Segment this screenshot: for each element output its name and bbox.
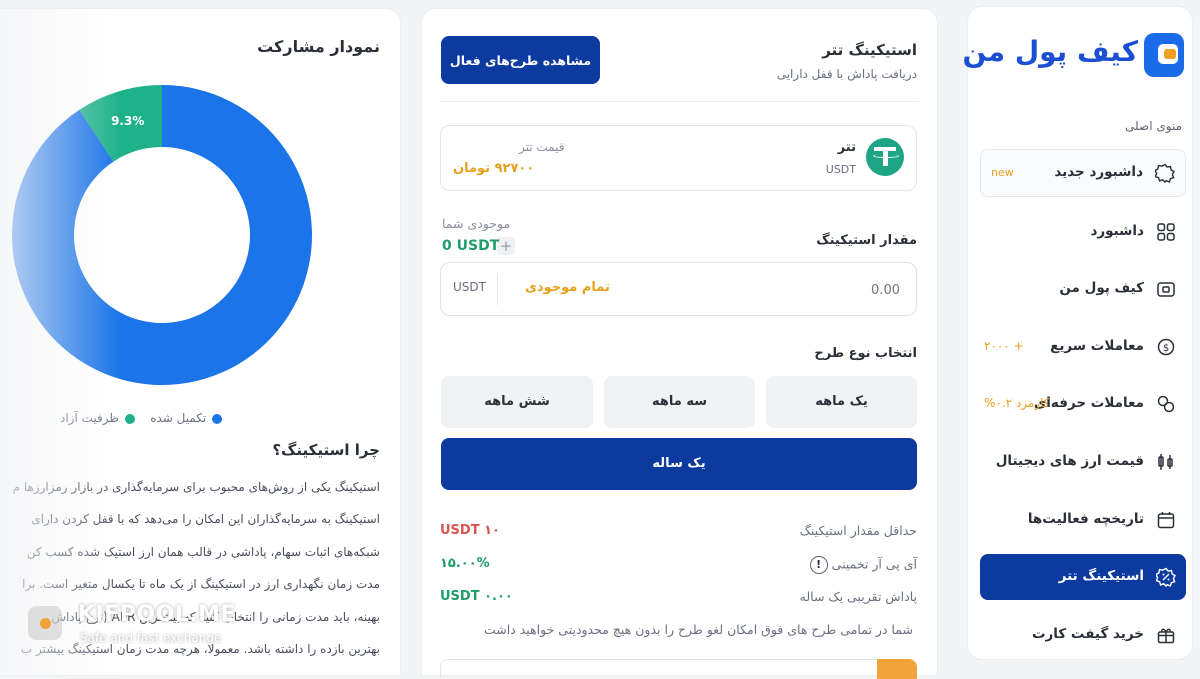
sidebar-item-history[interactable]: تاریخچه فعالیت‌ها [980,497,1186,543]
wallet-icon [1157,282,1175,297]
page-subtitle: دریافت پاداش با قفل دارایی [776,67,917,81]
tether-logo-icon [866,138,904,176]
sidebar-item-tether-staking[interactable]: استیکینگ تتر [980,554,1186,601]
logo-mark-icon [1144,33,1184,77]
price-label: قیمت تتر [519,140,565,154]
chart-panel: نمودار مشارکت 9.3%90.7% تکمیل شده ظرفیت … [0,9,400,675]
participation-donut-chart: 9.3%90.7% [11,85,312,385]
calendar-icon [1157,511,1175,528]
sidebar-item-quick-trade[interactable]: $ معاملات سریع + ۲۰۰۰ [980,324,1186,370]
yearly-reward-label: پاداش تقریبی یک ساله [799,589,917,604]
apr-row: آی پی آر تخمینی ! ۱۵.۰۰% [440,556,917,578]
chart-title: نمودار مشارکت [257,37,380,56]
plan-six-month[interactable]: شش ماهه [441,376,593,428]
text-line: استیکینگ به سرمایه‌گذاران این امکان را م… [31,512,380,527]
yearly-reward-value: ۰.۰۰ USDT [440,589,513,604]
sidebar-menu: داشبورد جدید new داشبورد کیف پول من $ مع… [980,149,1186,669]
plan-three-month[interactable]: سه ماهه [604,376,755,428]
percent-badge-icon [1156,567,1176,588]
legend-label: تکمیل شده [150,411,207,425]
sidebar-item-label: داشبورد [1090,222,1144,239]
legend-dot [124,413,135,424]
fee-badge: کارمزد ۰.۲% [984,396,1050,411]
sidebar-item-label: خرید گیفت کارت [1031,625,1144,642]
menu-title: منوی اصلی [1125,119,1182,133]
balance-value: 0 USDT [442,238,500,254]
why-staking-heading: چرا استیکینگ؟ [272,441,380,459]
divider [440,101,919,102]
dollar-cycle-icon: $ [1157,338,1175,356]
apr-value: ۱۵.۰۰% [440,556,490,571]
text-line: مدت زمان نگهداری ارز در استیکینگ از یک م… [22,577,380,592]
sidebar-item-label: تاریخچه فعالیت‌ها [1027,510,1144,527]
sidebar-item-pro-trade[interactable]: معاملات حرفه‌ای کارمزد ۰.۲% [980,381,1186,427]
min-amount-value: ۱۰ USDT [440,523,500,538]
plan-one-month[interactable]: یک ماهه [766,376,917,428]
kifpool-logo-icon [28,606,62,640]
min-amount-label: حداقل مقدار استیکینگ [799,523,917,538]
sidebar-item-wallet[interactable]: کیف پول من [980,266,1186,312]
staking-panel: استیکینگ تتر دریافت پاداش با قفل دارایی … [422,9,937,679]
price-value: ۹۲۷۰۰ تومان [453,161,535,176]
sidebar-item-label: قیمت ارز های دیجیتال [995,452,1144,469]
min-amount-row: حداقل مقدار استیکینگ ۱۰ USDT [440,523,917,545]
add-balance-icon[interactable]: + [497,237,515,255]
sidebar-item-label: معاملات سریع [1050,337,1144,354]
new-badge: new [991,166,1014,179]
sidebar-item-dashboard[interactable]: داشبورد [980,209,1186,255]
currency-label: USDT [453,280,486,294]
svg-text:$: $ [1163,343,1169,354]
badge-star-icon [1155,163,1175,183]
amount-input[interactable] [718,278,902,302]
coin-symbol: USDT [825,163,856,176]
legend-item-free: ظرفیت آزاد [60,411,135,425]
apr-label-text: آی پی آر تخمینی [831,556,917,572]
text-line: شبکه‌های اثبات سهام، پاداشی در قالب همان… [26,544,380,559]
view-active-plans-button[interactable]: مشاهده طرح‌های فعال [441,36,600,84]
plan-type-label: انتخاب نوع طرح [814,346,917,361]
logo-text: کیف پول من [962,35,1138,68]
watermark-tagline: Safe and fast exchange [80,631,222,645]
all-balance-button[interactable]: تمام موجودی [525,280,610,295]
sidebar-item-label: معاملات حرفه‌ای [1033,395,1144,412]
legend-dot [212,413,223,424]
page-title: استیکینگ تتر [822,41,917,59]
coin-name: تتر [837,140,856,155]
sidebar: کیف پول من منوی اصلی داشبورد جدید new دا… [963,7,1192,659]
apr-label: آی پی آر تخمینی ! [804,556,917,574]
field-separator [497,273,498,305]
amount-label: مقدار استیکینگ [816,233,917,248]
sidebar-item-new-dashboard[interactable]: داشبورد جدید new [980,149,1186,197]
watermark: KIFPOOL.ME Safe and fast exchange [28,600,236,650]
sidebar-item-label: استیکینگ تتر [1058,568,1144,585]
yearly-reward-row: پاداش تقریبی یک ساله ۰.۰۰ USDT [440,589,917,611]
legend-label: ظرفیت آزاد [60,411,119,425]
bonus-badge: + ۲۰۰۰ [984,338,1024,353]
sidebar-item-prices[interactable]: قیمت ارز های دیجیتال [980,439,1186,485]
amount-field: تمام موجودی USDT [440,262,917,316]
sidebar-item-label: داشبورد جدید [1054,164,1143,180]
submit-accent [877,659,917,679]
gift-icon [1157,628,1175,643]
chart-legend: تکمیل شده ظرفیت آزاد [60,411,223,425]
cancel-note: شما در تمامی طرح های فوق امکان لغو طرح ر… [483,622,913,637]
sidebar-item-label: کیف پول من [1059,280,1144,297]
watermark-brand: KIFPOOL.ME [78,602,237,627]
submit-bar[interactable] [440,659,917,679]
label-free-capacity: 9.3% [111,114,144,128]
sidebar-item-gift-card[interactable]: خرید گیفت کارت [980,612,1186,658]
grid-icon [1157,222,1175,241]
balance-label: موجودی شما [442,216,511,231]
text-line: استیکینگ یکی از روش‌های محبوب برای سرمای… [12,480,380,494]
exchange-icon [1157,396,1175,413]
info-icon[interactable]: ! [809,556,828,574]
candlestick-icon [1158,453,1173,470]
logo[interactable]: کیف پول من [963,33,1184,79]
legend-item-completed: تکمیل شده [150,411,223,425]
coin-card: تتر USDT قیمت تتر ۹۲۷۰۰ تومان [440,125,917,191]
plan-one-year[interactable]: یک ساله [441,438,917,490]
